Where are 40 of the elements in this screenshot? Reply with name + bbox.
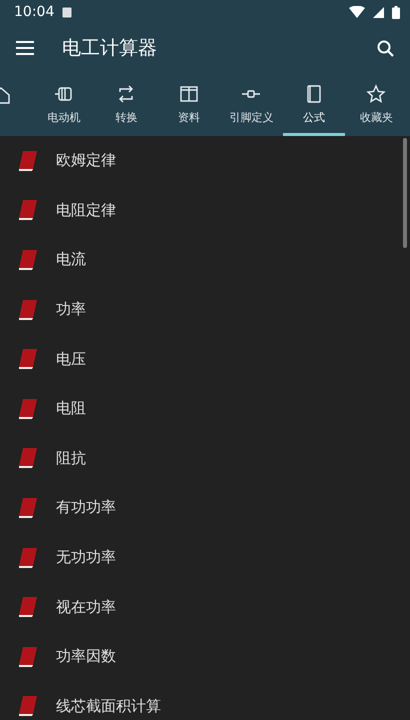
notification-icon: [62, 6, 72, 18]
formula-item[interactable]: 电阻: [0, 384, 410, 434]
book-icon: [18, 298, 38, 321]
book-icon: [18, 496, 38, 519]
formula-item[interactable]: 视在功率: [0, 582, 410, 632]
formula-item[interactable]: 电压: [0, 334, 410, 384]
book-open-icon: [178, 84, 199, 104]
book-icon: [18, 199, 38, 222]
book-icon: [18, 596, 38, 618]
formula-item[interactable]: 无功功率: [0, 532, 410, 582]
signal-icon: [373, 6, 384, 18]
book-icon: [18, 398, 38, 420]
formula-item[interactable]: 线芯截面积计算: [0, 682, 410, 720]
formula-item[interactable]: 有功功率: [0, 483, 410, 533]
book-icon: [18, 546, 38, 569]
wifi-icon: [349, 6, 365, 18]
book-icon: [18, 695, 38, 718]
formula-item[interactable]: 电流: [0, 235, 410, 285]
search-icon[interactable]: [377, 40, 394, 56]
nav-tab[interactable]: 电动机: [32, 72, 95, 136]
book-icon: [18, 646, 38, 668]
menu-icon[interactable]: [16, 41, 34, 55]
book-icon: [18, 447, 38, 470]
formula-item[interactable]: 功率因数: [0, 632, 410, 682]
app-title: 电工计算器: [62, 36, 158, 61]
book-icon: [18, 150, 38, 172]
status-time: 10:04: [14, 4, 54, 20]
nav-tab[interactable]: 引脚定义: [220, 72, 282, 136]
formula-item[interactable]: 电阻定律: [0, 186, 410, 236]
book-icon: [18, 248, 38, 271]
formula-item[interactable]: 阻抗: [0, 434, 410, 484]
nav-tab[interactable]: 转换: [95, 72, 158, 136]
nav-tab[interactable]: 资料: [158, 72, 220, 136]
book-icon: [18, 348, 38, 370]
star-icon: [366, 84, 386, 104]
formula-item[interactable]: 功率: [0, 284, 410, 334]
battery-icon: [392, 6, 400, 18]
nav-tab[interactable]: 公式: [282, 72, 345, 136]
formula-item[interactable]: 欧姆定律: [0, 136, 410, 186]
nav-tab[interactable]: 收藏夹: [345, 72, 408, 136]
